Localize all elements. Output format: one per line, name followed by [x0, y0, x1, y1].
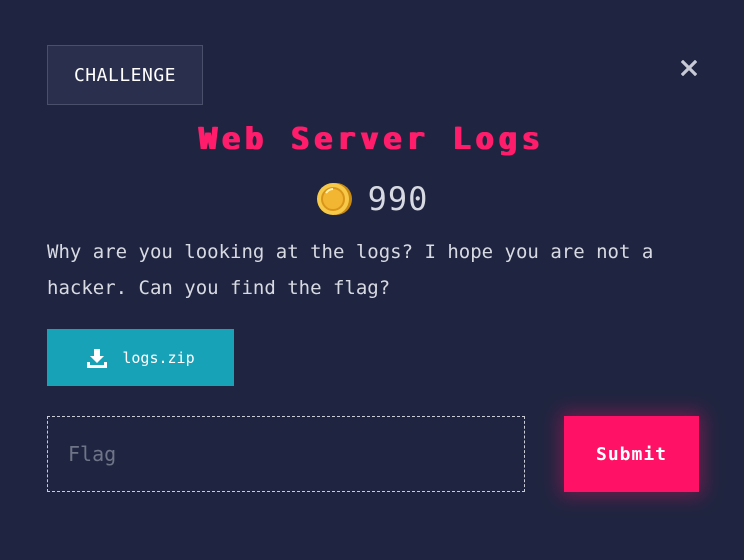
points-value: 990 [367, 180, 429, 218]
points-display: 990 [0, 178, 744, 220]
download-label: logs.zip [122, 348, 195, 367]
submit-button[interactable]: Submit [564, 416, 699, 492]
challenge-modal: CHALLENGE Web Server Logs 990 Why are yo… [0, 0, 744, 560]
coin-icon [316, 183, 352, 215]
download-icon [87, 348, 108, 368]
challenge-title: Web Server Logs [199, 122, 545, 157]
flag-input[interactable] [47, 416, 525, 492]
download-logs-button[interactable]: logs.zip [47, 329, 234, 386]
tab-challenge[interactable]: CHALLENGE [47, 45, 203, 105]
challenge-description: Why are you looking at the logs? I hope … [47, 241, 654, 299]
close-icon [681, 60, 697, 76]
close-button[interactable] [679, 58, 699, 78]
